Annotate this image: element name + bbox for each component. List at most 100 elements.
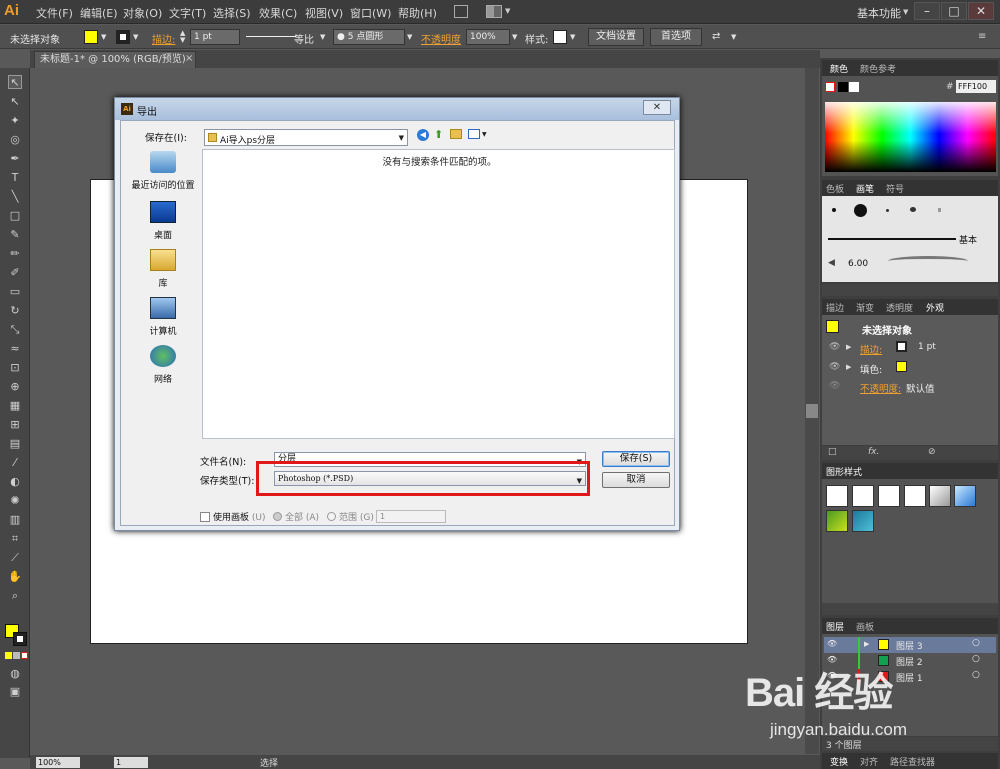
- chevron-down-icon[interactable]: ▼: [320, 33, 325, 41]
- document-tab[interactable]: 未标题-1* @ 100% (RGB/预览): [34, 51, 196, 68]
- expand-arrow-icon[interactable]: ▶: [864, 640, 869, 648]
- hex-input[interactable]: FFF100: [956, 80, 996, 93]
- free-transform-tool-icon[interactable]: ⊡: [8, 361, 22, 375]
- layer-target-icon[interactable]: ○: [972, 654, 980, 664]
- all-artboards-radio[interactable]: [273, 512, 282, 521]
- fill-swatch[interactable]: [84, 30, 98, 44]
- tab-color-guide[interactable]: 颜色参考: [860, 62, 896, 75]
- chevron-down-icon[interactable]: ▼: [505, 7, 510, 15]
- pen-tool-icon[interactable]: ✒: [8, 152, 22, 166]
- appearance-fill-swatch[interactable]: [896, 361, 907, 372]
- tab-swatches[interactable]: 色板: [826, 182, 844, 195]
- file-list[interactable]: 没有与搜索条件匹配的项。: [202, 149, 675, 439]
- dialog-close-button[interactable]: ✕: [643, 100, 671, 115]
- black-color-swatch[interactable]: [838, 82, 848, 92]
- slice-tool-icon[interactable]: ⟋: [8, 551, 22, 565]
- expand-arrow-icon[interactable]: ▶: [846, 343, 851, 351]
- style-shadow-thumb[interactable]: [929, 485, 951, 507]
- menu-help[interactable]: 帮助(H): [398, 5, 437, 21]
- layer-name[interactable]: 图层 3: [896, 639, 923, 652]
- tab-appearance[interactable]: 外观: [926, 301, 944, 314]
- layer-name[interactable]: 图层 2: [896, 655, 923, 668]
- minimize-button[interactable]: –: [914, 2, 940, 20]
- tab-transparency[interactable]: 透明度: [886, 301, 913, 314]
- tab-layers[interactable]: 图层: [826, 620, 844, 633]
- drawing-mode-icon[interactable]: ◍: [8, 667, 22, 681]
- range-input[interactable]: 1: [376, 510, 446, 523]
- place-computer[interactable]: 计算机: [128, 297, 198, 345]
- style-white-thumb[interactable]: [878, 485, 900, 507]
- perspective-grid-tool-icon[interactable]: ▦: [8, 399, 22, 413]
- none-mode-icon[interactable]: [21, 652, 28, 659]
- stroke-label[interactable]: 描边:: [152, 31, 175, 46]
- chevron-down-icon[interactable]: ▼: [731, 33, 736, 41]
- chevron-down-icon[interactable]: ▼: [407, 33, 412, 41]
- tab-stroke[interactable]: 描边: [826, 301, 844, 314]
- tab-artboards[interactable]: 画板: [856, 620, 874, 633]
- zoom-tool-icon[interactable]: ⌕: [8, 589, 22, 603]
- tab-gradient[interactable]: 渐变: [856, 301, 874, 314]
- preferences-button[interactable]: 首选项: [650, 28, 702, 46]
- stroke-weight-input[interactable]: 1 pt: [190, 29, 240, 45]
- rotate-tool-icon[interactable]: ↻: [8, 304, 22, 318]
- place-network[interactable]: 网络: [128, 345, 198, 393]
- eye-icon[interactable]: 👁: [829, 362, 840, 372]
- new-folder-icon[interactable]: [450, 129, 462, 139]
- chevron-down-icon[interactable]: ▼: [133, 33, 138, 41]
- chevron-down-icon[interactable]: ▼: [512, 33, 517, 41]
- save-in-dropdown[interactable]: Ai导入ps分层 ▼: [204, 129, 408, 146]
- view-menu-icon[interactable]: [468, 129, 480, 139]
- menu-object[interactable]: 对象(O): [123, 5, 162, 21]
- style-green-thumb[interactable]: [826, 510, 848, 532]
- cancel-button[interactable]: 取消: [602, 472, 670, 488]
- maximize-button[interactable]: □: [941, 2, 967, 20]
- current-tool-status[interactable]: 选择: [260, 756, 278, 769]
- layer-target-icon[interactable]: ○: [972, 638, 980, 648]
- new-art-icon[interactable]: □: [828, 447, 837, 457]
- rectangle-tool-icon[interactable]: □: [8, 209, 22, 223]
- pencil-tool-icon[interactable]: ✏: [8, 247, 22, 261]
- place-desktop[interactable]: 桌面: [128, 201, 198, 249]
- appearance-stroke-swatch[interactable]: [896, 341, 907, 352]
- tab-pathfinder[interactable]: 路径查找器: [890, 755, 935, 768]
- color-mode-icon[interactable]: [5, 652, 12, 659]
- document-setup-button[interactable]: 文档设置: [588, 28, 644, 46]
- menu-select[interactable]: 选择(S): [213, 5, 251, 21]
- stroke-stepper-icon[interactable]: ▲ ▼: [180, 30, 185, 44]
- tab-symbols[interactable]: 符号: [886, 182, 904, 195]
- blob-brush-tool-icon[interactable]: ✐: [8, 266, 22, 280]
- chevron-down-icon[interactable]: ▼: [903, 8, 908, 16]
- gradient-tool-icon[interactable]: ▤: [8, 437, 22, 451]
- eyedropper-tool-icon[interactable]: ⁄: [8, 456, 22, 470]
- hand-tool-icon[interactable]: ✋: [8, 570, 22, 584]
- column-graph-tool-icon[interactable]: ▥: [8, 513, 22, 527]
- vertical-scrollbar-thumb[interactable]: [806, 404, 818, 418]
- mesh-tool-icon[interactable]: ⊞: [8, 418, 22, 432]
- tab-transform[interactable]: 变换: [830, 755, 848, 768]
- eye-icon[interactable]: 👁: [829, 381, 840, 391]
- style-teal-thumb[interactable]: [852, 510, 874, 532]
- chevron-down-icon[interactable]: ▼: [570, 33, 575, 41]
- artboard-navigator-input[interactable]: 1: [114, 757, 148, 768]
- warp-tool-icon[interactable]: ≈: [8, 342, 22, 356]
- stroke-profile[interactable]: 等比: [294, 31, 314, 46]
- appearance-opacity-label[interactable]: 不透明度:: [860, 381, 901, 395]
- brush-tiny-dot-icon[interactable]: [886, 209, 889, 212]
- magic-wand-tool-icon[interactable]: ✦: [8, 114, 22, 128]
- menu-effect[interactable]: 效果(C): [259, 5, 297, 21]
- style-none-thumb[interactable]: [852, 485, 874, 507]
- eraser-tool-icon[interactable]: ▭: [8, 285, 22, 299]
- brush-faint-icon[interactable]: [938, 208, 941, 212]
- menu-type[interactable]: 文字(T): [169, 5, 206, 21]
- range-radio[interactable]: [327, 512, 336, 521]
- artboard-tool-icon[interactable]: ⌗: [8, 532, 22, 546]
- menu-view[interactable]: 视图(V): [305, 5, 343, 21]
- workspace-switcher[interactable]: 基本功能: [857, 5, 901, 21]
- tab-color[interactable]: 颜色: [830, 62, 848, 75]
- paintbrush-tool-icon[interactable]: ✎: [8, 228, 22, 242]
- basic-brush-line[interactable]: [828, 238, 956, 240]
- brush-select[interactable]: ● 5 点圆形: [333, 29, 405, 45]
- dialog-title-bar[interactable]: Ai 导出 ✕: [115, 98, 679, 120]
- zoom-input[interactable]: 100%: [36, 757, 80, 768]
- white-color-swatch[interactable]: [849, 82, 859, 92]
